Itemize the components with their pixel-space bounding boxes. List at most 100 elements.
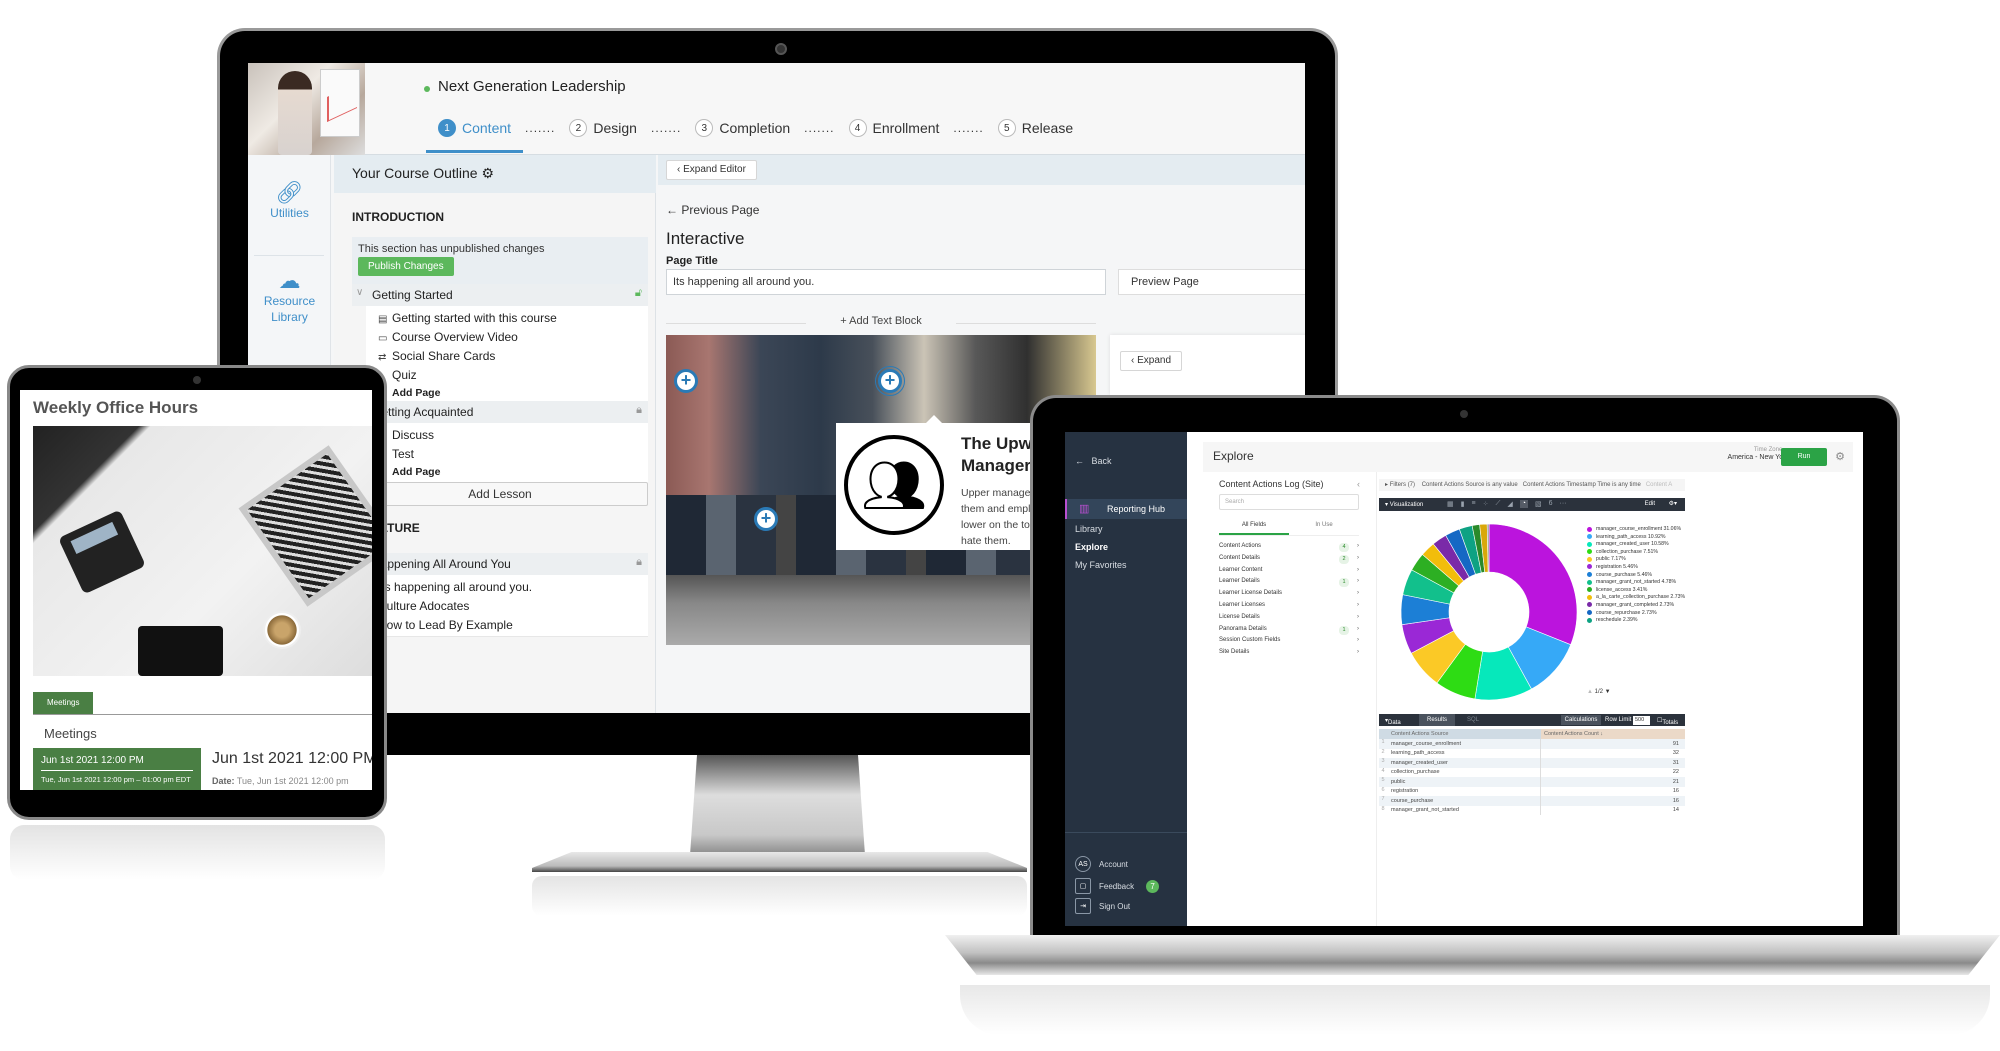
filters-bar[interactable]: ▸ Filters (7) Content Actions Source is … <box>1379 479 1685 491</box>
totals-checkbox[interactable]: ☐ Totals <box>1657 717 1678 726</box>
tab-results[interactable]: Results <box>1419 714 1455 726</box>
lesson-row[interactable]: Happening All Around You 🔒︎ <box>352 553 648 575</box>
field-group-row[interactable]: Learner Details 1 › <box>1219 578 1359 589</box>
table-row: 5 public 21 <box>1379 777 1685 787</box>
step-content[interactable]: 1 Content <box>425 119 524 153</box>
scatter-viz-icon[interactable]: ⁘ <box>1483 500 1489 508</box>
outline-title: Your Course Outline <box>352 165 478 181</box>
chart-legend: manager_course_enrollment 31.06% learning… <box>1587 526 1687 688</box>
previous-page-link[interactable]: ← Previous Page <box>666 203 759 217</box>
expand-editor-button[interactable]: ‹ Expand Editor <box>666 160 757 180</box>
field-group-row[interactable]: Session Custom Fields › <box>1219 637 1359 648</box>
legend-item[interactable]: reschedule 2.39% <box>1587 617 1687 623</box>
pie-viz-icon[interactable]: ◔ <box>1519 500 1528 508</box>
field-group-row[interactable]: Learner License Details › <box>1219 590 1359 601</box>
sidebar-item-favorites[interactable]: My Favorites <box>1075 560 1127 570</box>
legend-item[interactable]: learning_path_access 10.92% <box>1587 534 1687 540</box>
legend-item[interactable]: license_access 3.41% <box>1587 587 1687 593</box>
map-viz-icon[interactable]: ▧ <box>1535 500 1542 508</box>
step-release[interactable]: 5 Release <box>997 119 1073 151</box>
legend-next-icon[interactable]: ▼ <box>1605 689 1611 695</box>
gear-icon[interactable]: ⚙ <box>1835 450 1845 463</box>
donut-slice-manager-course-enrollment[interactable] <box>1488 523 1578 646</box>
legend-item[interactable]: public 7.17% <box>1587 556 1687 562</box>
row-number: 2 <box>1381 748 1385 755</box>
sidebar-item-explore[interactable]: Explore <box>1075 542 1108 552</box>
legend-label: manager_grant_not_started 4.78% <box>1596 579 1677 586</box>
single-value-viz-icon[interactable]: 6 <box>1549 500 1553 508</box>
data-toggle[interactable]: ▾ Data <box>1385 717 1401 726</box>
collapse-icon[interactable]: ‹ <box>1357 479 1360 489</box>
legend-item[interactable]: course_repurchase 2.73% <box>1587 610 1687 616</box>
step-design[interactable]: 2 Design <box>569 119 637 151</box>
column-header-count[interactable]: Content Actions Count ↓ <box>1541 729 1685 739</box>
legend-pager[interactable]: ▲ 1/2 ▼ <box>1587 689 1611 695</box>
edit-button[interactable]: Edit <box>1645 501 1655 507</box>
resource-library-button[interactable]: ☁︎ Resource Library <box>248 270 331 325</box>
add-text-block-button[interactable]: + Add Text Block <box>666 315 1096 331</box>
hotspot-plus-icon[interactable]: + <box>674 369 698 393</box>
chevron-down-icon[interactable]: ∨ <box>356 287 363 298</box>
row-limit-input[interactable]: 500 <box>1633 715 1650 725</box>
legend-item[interactable]: a_la_carte_collection_purchase 2.73% <box>1587 594 1687 600</box>
sidebar-item-reporting-hub[interactable]: ▥ Reporting Hub <box>1065 499 1187 519</box>
sign-out-link[interactable]: ⇥ Sign Out <box>1075 898 1130 914</box>
viz-gear-icon[interactable]: ⚙▾ <box>1669 500 1677 507</box>
line-viz-icon[interactable]: ⟋ <box>1495 500 1500 508</box>
more-icon[interactable]: ··· <box>1560 500 1567 508</box>
tab-all-fields[interactable]: All Fields <box>1219 522 1289 535</box>
page-title-input[interactable]: Its happening all around you. <box>666 269 1106 295</box>
legend-item[interactable]: collection_purchase 7.51% <box>1587 549 1687 555</box>
field-group-row[interactable]: Content Details 2 › <box>1219 554 1359 566</box>
meeting-card[interactable]: Jun 1st 2021 12:00 PM Tue, Jun 1st 2021 … <box>33 748 201 790</box>
field-group-row[interactable]: License Details › <box>1219 614 1359 625</box>
utilities-button[interactable]: 🔗︎ Utilities <box>248 182 331 221</box>
table-viz-icon[interactable]: ▦ <box>1447 500 1454 508</box>
calculations-button[interactable]: Calculations <box>1561 715 1601 725</box>
bar-viz-icon[interactable]: ≡ <box>1471 500 1475 508</box>
hotspot-plus-icon[interactable]: + <box>754 507 778 531</box>
tab-meetings[interactable]: Meetings <box>33 692 94 714</box>
legend-item[interactable]: manager_grant_not_started 4.78% <box>1587 579 1687 585</box>
step-enrollment[interactable]: 4 Enrollment <box>848 119 939 151</box>
legend-item[interactable]: registration 5.46% <box>1587 564 1687 570</box>
preview-page-button[interactable]: Preview Page <box>1118 269 1305 295</box>
field-group-row[interactable]: Content Actions 4 › <box>1219 543 1359 554</box>
gear-icon[interactable]: ⚙ <box>481 165 494 181</box>
add-lesson-button[interactable]: Add Lesson <box>352 482 648 506</box>
column-viz-icon[interactable]: ▮ <box>1461 500 1465 508</box>
field-group-row[interactable]: Site Details › <box>1219 649 1359 660</box>
field-group-row[interactable]: Learner Licenses › <box>1219 602 1359 613</box>
sidebar-item-library[interactable]: Library <box>1075 524 1103 534</box>
tab-sql[interactable]: SQL <box>1467 717 1479 723</box>
lock-icon[interactable]: 🔒︎ <box>636 556 642 569</box>
hotspot-plus-icon[interactable]: + <box>875 366 905 396</box>
run-button[interactable]: Run <box>1781 448 1827 466</box>
legend-item[interactable]: course_purchase 5.46% <box>1587 572 1687 578</box>
unlock-icon[interactable]: 🔓︎ <box>635 287 642 300</box>
publish-changes-button[interactable]: Publish Changes <box>358 257 454 276</box>
lesson-row[interactable]: Getting Acquainted 🔒︎ <box>352 401 648 423</box>
feedback-label: Feedback <box>1099 881 1135 891</box>
area-viz-icon[interactable]: ◢ <box>1507 500 1512 508</box>
field-group-row[interactable]: Panorama Details 1 › <box>1219 625 1359 637</box>
step-completion[interactable]: 3 Completion <box>695 119 790 151</box>
timezone-selector[interactable]: Time Zone ⌄America - New York <box>1728 446 1789 462</box>
lesson-row[interactable]: ∨ Getting Started 🔓︎ <box>352 284 648 306</box>
field-group-row[interactable]: Learner Content › <box>1219 567 1359 578</box>
column-header-source[interactable]: Content Actions Source <box>1379 729 1541 739</box>
legend-prev-icon[interactable]: ▲ <box>1587 689 1593 695</box>
feedback-link[interactable]: ▢ Feedback 7 <box>1075 878 1160 894</box>
tab-in-use[interactable]: In Use <box>1289 522 1359 535</box>
legend-item[interactable]: manager_created_user 10.58% <box>1587 541 1687 547</box>
legend-item[interactable]: manager_course_enrollment 31.06% <box>1587 526 1687 532</box>
field-search-input[interactable]: Search <box>1219 494 1359 510</box>
expand-button[interactable]: ‹ Expand <box>1120 351 1183 371</box>
lock-icon[interactable]: 🔒︎ <box>636 404 642 417</box>
legend-item[interactable]: manager_grant_completed 2.73% <box>1587 602 1687 608</box>
back-link[interactable]: ← Back <box>1075 456 1112 466</box>
visualization-toggle[interactable]: ▾ Visualization <box>1385 502 1423 508</box>
reporting-hub-screen: ← Back ▥ Reporting Hub Library Explore My… <box>1065 432 1863 926</box>
account-link[interactable]: AS Account <box>1075 856 1128 872</box>
page-row[interactable]: How to Lead By Example <box>366 613 648 637</box>
